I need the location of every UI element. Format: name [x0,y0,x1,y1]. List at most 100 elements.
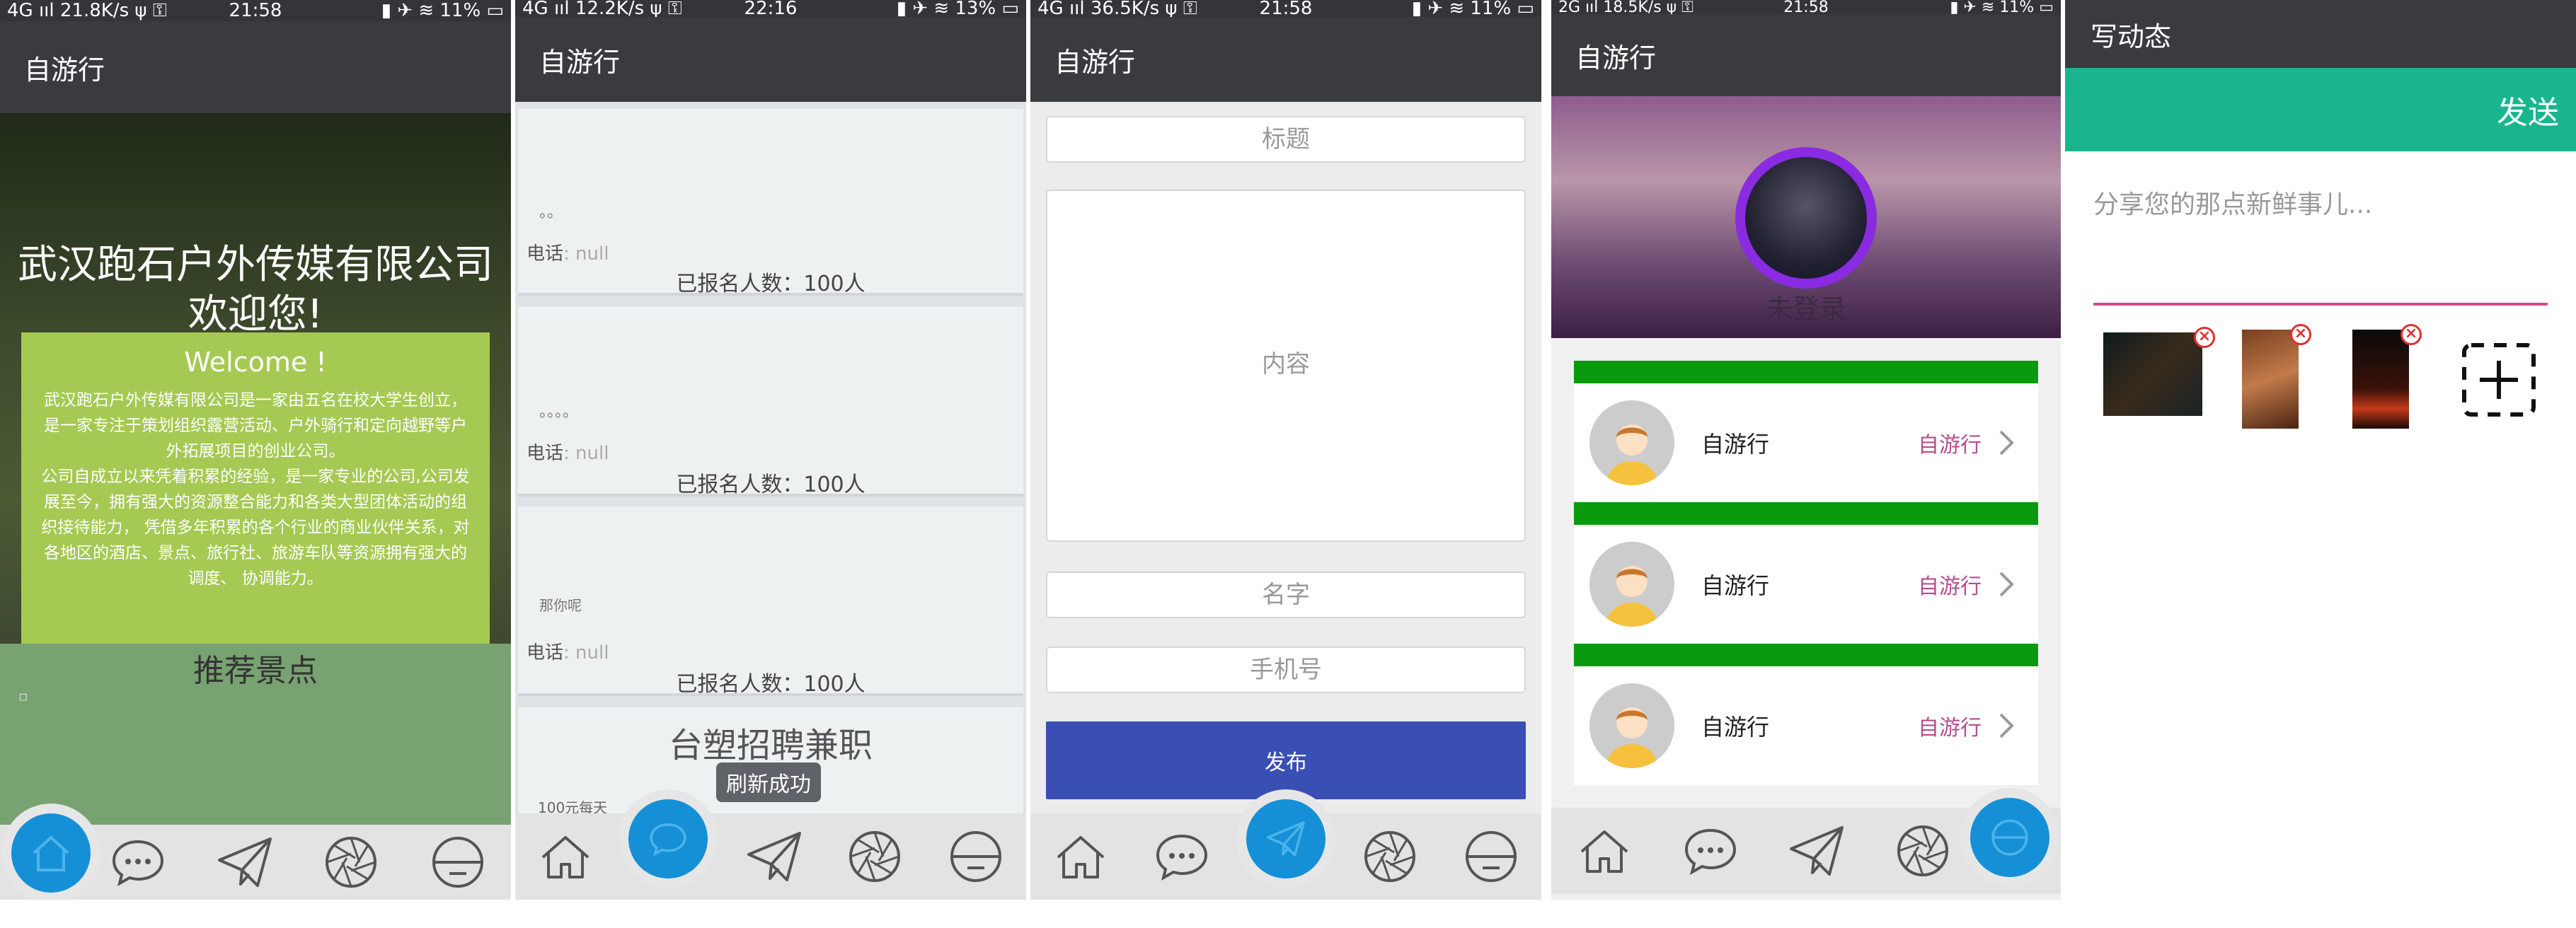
tab-home[interactable] [1049,825,1112,888]
screen-home: 4G ııl 21.8K/s ψ ⚿ 21:58 ▮ ✈ ≋ 11% ▭ 自游行… [0,0,511,900]
row-divider [1574,502,2038,525]
page-title: 写动态 [2091,21,2172,52]
welcome-title: Welcome ! [184,347,327,378]
welcome-paragraph-1: 武汉跑石户外传媒有限公司是一家由五名在校大学生创立，是一家专注于策划组织露营活动… [44,391,467,460]
fab-home[interactable] [11,813,91,893]
profile-header: 未登录 [1551,96,2061,338]
tab-publish[interactable] [213,830,277,894]
activity-title: 那你呢 [539,597,582,614]
paper-plane-icon [1267,821,1305,857]
tab-discover[interactable] [1358,825,1422,888]
face-icon [432,837,483,888]
aperture-icon [1364,831,1416,882]
tab-bar [515,813,1026,900]
recommend-section: 推荐景点 ▫ [0,644,511,828]
title-input[interactable]: 标题 [1046,116,1526,163]
tab-home[interactable] [534,825,597,888]
activity-card[interactable]: 。。 电话: null 已报名人数：100人 [518,109,1023,296]
activity-card[interactable]: 那你呢 电话: null 已报名人数：100人 [518,506,1023,697]
row-name: 自游行 [1701,714,1770,741]
photo-thumbnail[interactable]: × [2352,324,2422,429]
row-name: 自游行 [1701,572,1770,599]
toast-message: 刷新成功 [716,762,821,802]
row-content[interactable]: 自游行 自游行 [1574,666,2038,785]
screen-publish: 4G ııl 36.5K/s ψ ⚿ 21:58 ▮ ✈ ≋ 11% ▭ 自游行… [1030,0,1541,900]
activity-card[interactable]: 。。。。 电话: null 已报名人数：100人 [518,307,1023,497]
name-input[interactable]: 名字 [1046,572,1526,618]
list-item[interactable]: 自游行 自游行 [1574,644,2038,785]
login-status[interactable]: 未登录 [1551,287,2061,326]
activity-phone: 电话: null [527,642,609,663]
app-title: 自游行 [1575,42,1657,74]
aperture-icon [1897,825,1948,876]
status-right: ▮ ✈ ≋ 11% ▭ [1411,0,1534,19]
tab-home[interactable] [1572,819,1636,883]
tab-chat[interactable] [1150,825,1214,888]
phone-input[interactable]: 手机号 [1046,646,1526,693]
user-avatar-icon [1589,683,1674,768]
compose-input[interactable]: 分享您的那点新鲜事儿... [2093,184,2548,306]
tab-discover[interactable] [1891,819,1955,883]
remove-photo-icon[interactable]: × [2194,327,2215,348]
home-icon [541,836,590,878]
aperture-icon [326,837,377,888]
fab-profile[interactable] [1970,798,2049,877]
tab-profile[interactable] [426,830,490,894]
photo-thumbnail[interactable]: × [2103,327,2215,416]
app-bar: 自游行 [515,17,1026,102]
remove-photo-icon[interactable]: × [2400,324,2422,345]
activity-phone: 电话: null [527,243,609,265]
avatar[interactable] [1735,147,1877,289]
app-title: 自游行 [539,46,621,78]
tab-publish[interactable] [1785,819,1848,883]
row-content[interactable]: 自游行 自游行 [1574,383,2038,502]
face-icon [1991,819,2028,856]
app-bar: 自游行 [0,21,511,113]
home-icon [33,835,69,871]
app-title: 自游行 [1054,46,1136,78]
fab-chat[interactable] [628,799,708,878]
tab-publish[interactable] [742,825,806,888]
paper-plane-icon [1790,826,1844,876]
tab-profile[interactable] [1459,825,1523,888]
signup-count: 已报名人数：100人 [676,272,866,296]
status-bar: 4G ııl 12.2K/s ψ ⚿ 22:16 ▮ ✈ ≋ 13% ▭ [515,0,1026,19]
status-bar: 4G ııl 21.8K/s ψ ⚿ 21:58 ▮ ✈ ≋ 11% ▭ [0,0,511,21]
row-divider [1574,644,2038,666]
tab-chat[interactable] [1679,819,1742,883]
chat-icon [1684,828,1737,876]
add-photo-button[interactable] [2461,342,2536,417]
add-photo-icon [2462,343,2536,417]
tab-profile[interactable] [944,825,1008,888]
row-content[interactable]: 自游行 自游行 [1574,525,2038,644]
chat-icon [1156,834,1207,881]
activity-title: 台塑招聘兼职 [668,726,873,765]
tab-discover[interactable] [843,825,907,888]
status-bar: 4G ııl 36.5K/s ψ ⚿ 21:58 ▮ ✈ ≋ 11% ▭ [1030,0,1541,19]
tab-discover[interactable] [319,830,383,894]
home-icon [1580,830,1628,873]
activity-title: 。。。。 [539,403,579,421]
chevron-right-icon [1999,572,2014,597]
face-icon [1465,831,1517,882]
row-divider [1574,361,2038,383]
chat-icon [650,823,686,857]
content-input[interactable]: 内容 [1046,190,1526,542]
remove-photo-icon[interactable]: × [2290,324,2311,345]
aperture-icon [849,831,901,882]
send-button[interactable]: 发送 [2497,87,2559,132]
tab-chat[interactable] [106,830,170,894]
list-item[interactable]: 自游行 自游行 [1574,361,2038,502]
face-icon [950,831,1001,882]
row-tag: 自游行 [1918,716,1982,741]
screen-profile: 2G ııl 18.5K/s ψ ⚿ 21:58 ▮ ✈ ≋ 11% ▭ 自游行… [1551,0,2061,900]
photo-thumbnail[interactable]: × [2242,324,2311,429]
row-tag: 自游行 [1918,433,1982,458]
publish-button[interactable]: 发布 [1046,721,1526,799]
chevron-right-icon [1999,430,2014,456]
list-item[interactable]: 自游行 自游行 [1574,502,2038,644]
screen-write-post: 写动态 发送 分享您的那点新鲜事儿... × × × [2065,0,2576,894]
row-name: 自游行 [1701,431,1770,458]
user-avatar-icon [1589,400,1674,485]
fab-publish[interactable] [1246,799,1326,878]
